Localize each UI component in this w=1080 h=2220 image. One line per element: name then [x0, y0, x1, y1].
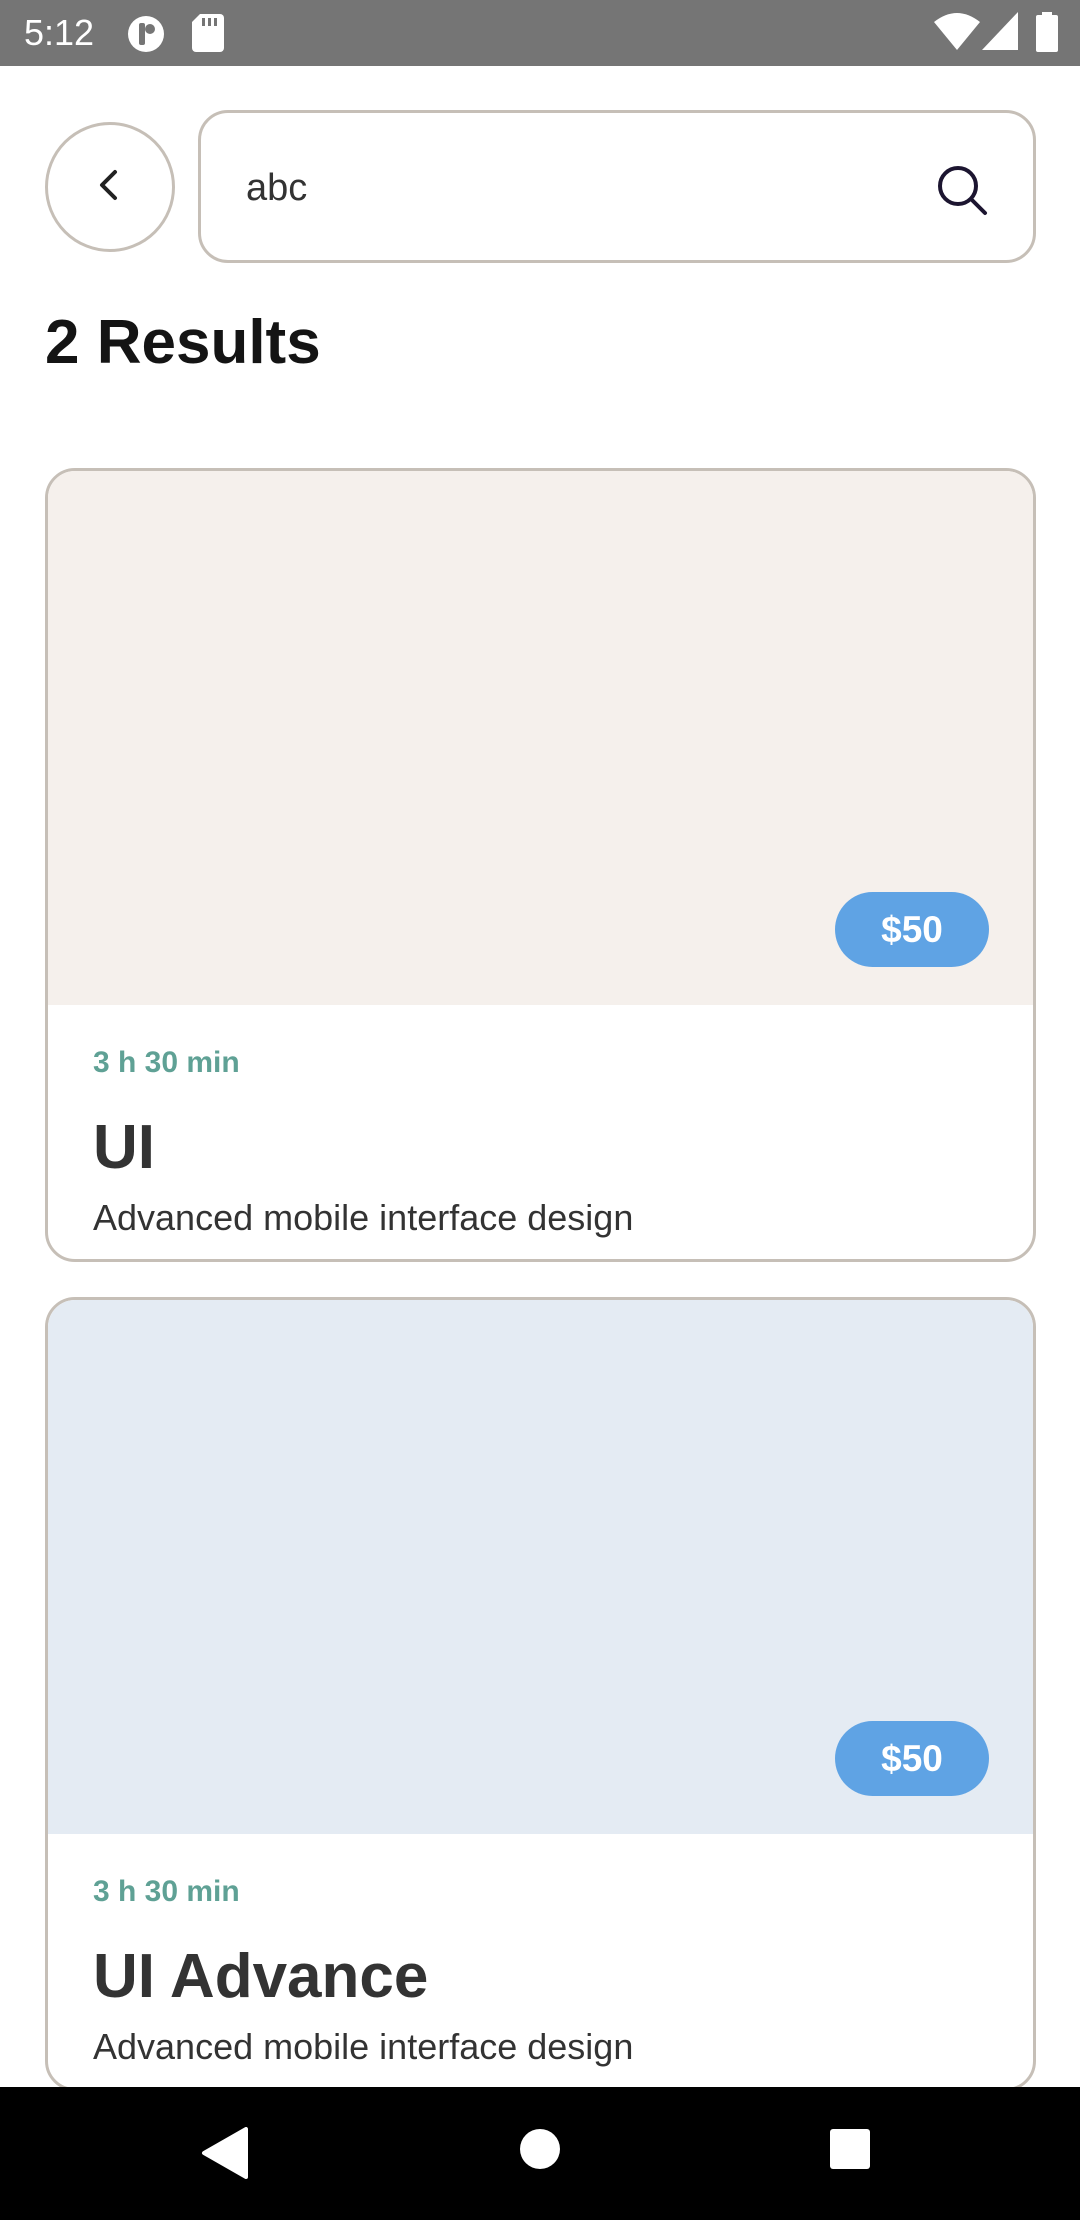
back-button[interactable]	[45, 122, 175, 252]
course-title: UI Advance	[93, 1942, 429, 2011]
chevron-left-icon	[90, 165, 130, 210]
search-box[interactable]	[198, 110, 1036, 263]
nav-recents-button[interactable]	[828, 2127, 872, 2176]
square-recents-icon	[828, 2127, 872, 2176]
nav-back-button[interactable]	[200, 2127, 250, 2184]
course-description: Advanced mobile interface design	[93, 2026, 634, 2067]
sd-card-icon	[192, 14, 224, 57]
status-bar: 5:12	[0, 0, 1080, 66]
triangle-back-icon	[200, 2127, 250, 2184]
price-badge: $50	[835, 1721, 989, 1796]
results-count-title: 2 Results	[45, 308, 321, 377]
course-title: UI	[93, 1113, 155, 1182]
search-icon[interactable]	[935, 163, 989, 217]
course-duration: 3 h 30 min	[93, 1875, 240, 1908]
battery-icon	[1036, 12, 1058, 57]
course-duration: 3 h 30 min	[93, 1046, 240, 1079]
search-input[interactable]	[246, 153, 886, 223]
system-nav-bar	[0, 2087, 1080, 2220]
notification-app-icon	[126, 14, 166, 59]
cell-signal-icon	[982, 12, 1018, 55]
circle-home-icon	[518, 2127, 562, 2176]
course-card[interactable]: $50 3 h 30 min UI Advance Advanced mobil…	[45, 1297, 1036, 2091]
course-image: $50	[48, 1300, 1033, 1834]
course-card[interactable]: $50 3 h 30 min UI Advanced mobile interf…	[45, 468, 1036, 1262]
wifi-icon	[934, 12, 980, 55]
price-badge: $50	[835, 892, 989, 967]
status-time: 5:12	[24, 12, 95, 53]
nav-home-button[interactable]	[518, 2127, 562, 2176]
course-image: $50	[48, 471, 1033, 1005]
course-description: Advanced mobile interface design	[93, 1197, 634, 1238]
